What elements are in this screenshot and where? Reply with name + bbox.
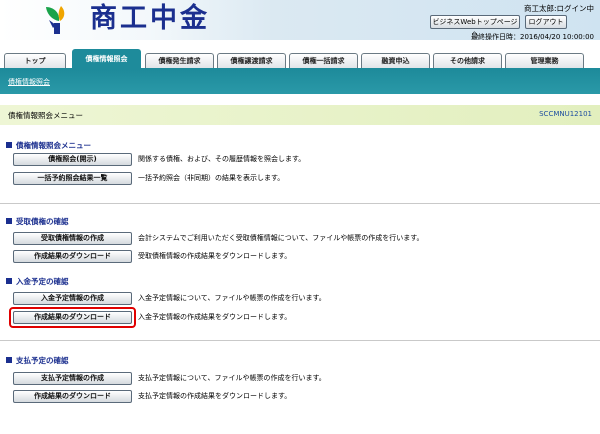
tab-management[interactable]: 管理業務: [505, 53, 584, 68]
square-bullet-icon: [6, 218, 12, 224]
tab-credit-generation[interactable]: 債権発生請求: [145, 53, 214, 68]
shokochukin-logo-icon: [46, 6, 65, 34]
tab-top[interactable]: トップ: [4, 53, 66, 68]
credit-disclosure-desc: 関係する債権、および、その履歴情報を照会します。: [138, 155, 306, 163]
section-title-credit-inquiry: 債権情報照会メニュー: [6, 140, 91, 151]
logout-button[interactable]: ログアウト: [525, 15, 567, 29]
section-title-payment-receipt: 入金予定の確認: [6, 276, 69, 287]
receipt-schedule-download-desc: 入金予定情報の作成結果をダウンロードします。: [138, 313, 292, 321]
payment-schedule-create-desc: 支払予定情報について、ファイルや帳票の作成を行います。: [138, 374, 326, 382]
section-divider: [0, 340, 600, 341]
received-credit-create-button[interactable]: 受取債権情報の作成: [13, 232, 132, 245]
square-bullet-icon: [6, 357, 12, 363]
receipt-schedule-create-button[interactable]: 入金予定情報の作成: [13, 292, 132, 305]
last-operation-time: 最終操作日時：2016/04/20 10:00:00: [470, 33, 594, 41]
received-credit-download-desc: 受取債権情報の作成結果をダウンロードします。: [138, 252, 292, 260]
section-divider: [0, 203, 600, 204]
section-title-text: 受取債権の確認: [16, 217, 69, 226]
login-user: 商工太郎:ログイン中: [523, 4, 594, 13]
tab-credit-inquiry[interactable]: 債権情報照会: [72, 49, 141, 69]
tab-credit-transfer[interactable]: 債権譲渡請求: [217, 53, 286, 68]
square-bullet-icon: [6, 142, 12, 148]
screen-id: SCCMNU12101: [539, 110, 592, 118]
page-title: 債権情報照会メニュー: [8, 111, 83, 120]
business-web-top-button[interactable]: ビジネスWebトップページへ: [430, 15, 520, 38]
credit-disclosure-button[interactable]: 債権照会(開示): [13, 153, 132, 166]
section-title-text: 支払予定の確認: [16, 356, 69, 365]
payment-schedule-download-button[interactable]: 作成結果のダウンロード: [13, 390, 132, 403]
section-title-received-credit: 受取債権の確認: [6, 216, 69, 227]
section-title-text: 債権情報照会メニュー: [16, 141, 91, 150]
receipt-schedule-create-desc: 入金予定情報について、ファイルや帳票の作成を行います。: [138, 294, 326, 302]
header-logo-area: 商工中金: [0, 0, 272, 40]
main-tabs: トップ 債権情報照会 債権発生請求 債権譲渡請求 債権一括請求 融資申込 その他…: [0, 48, 600, 70]
highlight-frame: [9, 307, 136, 328]
square-bullet-icon: [6, 278, 12, 284]
section-title-text: 入金予定の確認: [16, 277, 69, 286]
tab-credit-bulk[interactable]: 債権一括請求: [289, 53, 358, 68]
section-title-payment-schedule: 支払予定の確認: [6, 355, 69, 366]
tab-other-requests[interactable]: その他請求: [433, 53, 502, 68]
tab-loan-application[interactable]: 融資申込: [361, 53, 430, 68]
brand-name: 商工中金: [90, 3, 210, 34]
received-credit-download-button[interactable]: 作成結果のダウンロード: [13, 250, 132, 263]
bulk-reservation-list-button[interactable]: 一括予約照会結果一覧: [13, 172, 132, 185]
sub-navigation: 債権情報照会: [0, 70, 600, 94]
subnav-credit-inquiry-link[interactable]: 債権情報照会: [8, 77, 50, 87]
payment-schedule-create-button[interactable]: 支払予定情報の作成: [13, 372, 132, 385]
header: 商工中金 商工太郎:ログイン中 最終操作日時：2016/04/20 10:00:…: [0, 0, 600, 41]
received-credit-create-desc: 会計システムでご利用いただく受取債権情報について、ファイルや帳票の作成を行います…: [138, 234, 424, 242]
bulk-reservation-list-desc: 一括予約照会（非同期）の結果を表示します。: [138, 174, 285, 182]
page-title-bar: 債権情報照会メニュー SCCMNU12101: [0, 105, 600, 125]
payment-schedule-download-desc: 支払予定情報の作成結果をダウンロードします。: [138, 392, 292, 400]
